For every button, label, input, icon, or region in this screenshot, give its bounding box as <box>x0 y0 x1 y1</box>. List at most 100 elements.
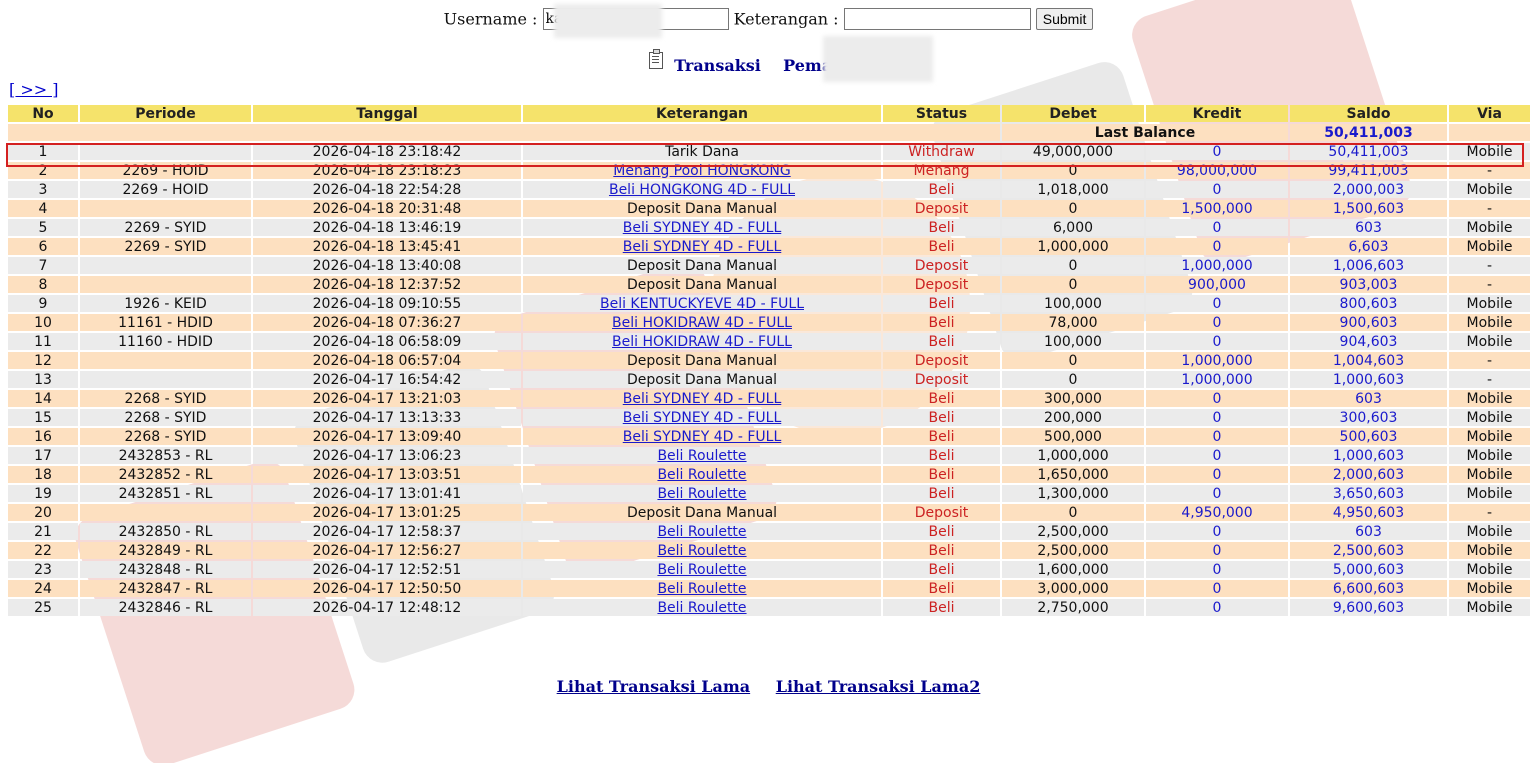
keterangan-link[interactable]: Beli Roulette <box>657 581 746 597</box>
keterangan-link[interactable]: Menang Pool HONGKONG <box>613 163 790 179</box>
footer-links: Lihat Transaksi Lama Lihat Transaksi Lam… <box>0 677 1537 696</box>
keterangan-link[interactable]: Beli SYDNEY 4D - FULL <box>623 391 782 407</box>
table-row: 14 2268 - SYID 2026-04-17 13:21:03 Beli SYD… <box>8 390 1530 407</box>
cell-keterangan: Beli Roulette <box>523 466 881 483</box>
cell-kredit: 900,000 <box>1146 276 1288 293</box>
keterangan-link[interactable]: Beli SYDNEY 4D - FULL <box>623 220 782 236</box>
cell-periode <box>80 504 251 521</box>
table-row: 6 2269 - SYID 2026-04-18 13:45:41 Beli SYDN… <box>8 238 1530 255</box>
cell-via: Mobile <box>1449 466 1530 483</box>
keterangan-link[interactable]: Beli Roulette <box>657 448 746 464</box>
cell-status: Deposit <box>883 276 1000 293</box>
cell-periode: 2432852 - RL <box>80 466 251 483</box>
cell-keterangan: Menang Pool HONGKONG <box>523 162 881 179</box>
cell-status: Deposit <box>883 352 1000 369</box>
cell-kredit: 4,950,000 <box>1146 504 1288 521</box>
cell-saldo: 2,500,603 <box>1290 542 1447 559</box>
submit-button[interactable]: Submit <box>1035 8 1094 30</box>
table-row: 4 2026-04-18 20:31:48 Deposit Dana Manual D… <box>8 200 1530 217</box>
cell-periode <box>80 143 251 160</box>
cell-periode: 2269 - SYID <box>80 219 251 236</box>
keterangan-link[interactable]: Beli Roulette <box>657 486 746 502</box>
cell-kredit: 0 <box>1146 238 1288 255</box>
cell-tanggal: 2026-04-17 13:01:25 <box>253 504 521 521</box>
cell-debet: 2,500,000 <box>1002 542 1144 559</box>
cell-keterangan: Beli SYDNEY 4D - FULL <box>523 428 881 445</box>
table-row: 13 2026-04-17 16:54:42 Deposit Dana Manual… <box>8 371 1530 388</box>
cell-kredit: 98,000,000 <box>1146 162 1288 179</box>
cell-periode: 2432853 - RL <box>80 447 251 464</box>
cell-status: Beli <box>883 447 1000 464</box>
lihat-transaksi-lama2-link[interactable]: Lihat Transaksi Lama2 <box>776 677 981 696</box>
keterangan-label: Keterangan : <box>733 9 839 29</box>
table-row: 23 2432848 - RL 2026-04-17 12:52:51 Beli Ro… <box>8 561 1530 578</box>
cell-no: 17 <box>8 447 78 464</box>
cell-periode <box>80 200 251 217</box>
keterangan-link[interactable]: Beli Roulette <box>657 467 746 483</box>
table-row: 2 2269 - HOID 2026-04-18 23:18:23 Menang Po… <box>8 162 1530 179</box>
table-row: 21 2432850 - RL 2026-04-17 12:58:37 Beli Ro… <box>8 523 1530 540</box>
lihat-transaksi-lama-link[interactable]: Lihat Transaksi Lama <box>557 677 751 696</box>
table-row: 10 11161 - HDID 2026-04-18 07:36:27 Beli HO… <box>8 314 1530 331</box>
cell-keterangan: Beli HOKIDRAW 4D - FULL <box>523 333 881 350</box>
cell-debet: 0 <box>1002 200 1144 217</box>
cell-tanggal: 2026-04-18 06:57:04 <box>253 352 521 369</box>
keterangan-link[interactable]: Beli Roulette <box>657 543 746 559</box>
cell-debet: 78,000 <box>1002 314 1144 331</box>
cell-status: Beli <box>883 599 1000 616</box>
cell-via: - <box>1449 352 1530 369</box>
cell-tanggal: 2026-04-18 12:37:52 <box>253 276 521 293</box>
table-row: 7 2026-04-18 13:40:08 Deposit Dana Manual D… <box>8 257 1530 274</box>
cell-via: - <box>1449 200 1530 217</box>
cell-periode: 2268 - SYID <box>80 428 251 445</box>
next-page-link[interactable]: [ >> ] <box>9 80 58 99</box>
cell-kredit: 0 <box>1146 409 1288 426</box>
keterangan-link[interactable]: Beli SYDNEY 4D - FULL <box>623 429 782 445</box>
cell-keterangan: Beli SYDNEY 4D - FULL <box>523 409 881 426</box>
keterangan-link[interactable]: Beli Roulette <box>657 600 746 616</box>
cell-periode <box>80 371 251 388</box>
cell-via: Mobile <box>1449 485 1530 502</box>
cell-status: Beli <box>883 333 1000 350</box>
cell-periode <box>80 352 251 369</box>
keterangan-link[interactable]: Beli Roulette <box>657 524 746 540</box>
cell-kredit: 0 <box>1146 580 1288 597</box>
keterangan-input[interactable] <box>843 8 1031 30</box>
cell-status: Beli <box>883 428 1000 445</box>
keterangan-link[interactable]: Beli HONGKONG 4D - FULL <box>609 182 795 198</box>
cell-no: 4 <box>8 200 78 217</box>
page-title: Transaksi Pemain : ka <box>0 49 1537 75</box>
cell-keterangan: Beli HOKIDRAW 4D - FULL <box>523 314 881 331</box>
keterangan-link[interactable]: Beli SYDNEY 4D - FULL <box>623 410 782 426</box>
cell-periode: 2268 - SYID <box>80 409 251 426</box>
cell-via: - <box>1449 276 1530 293</box>
cell-via: Mobile <box>1449 542 1530 559</box>
keterangan-link[interactable]: Beli KENTUCKYEVE 4D - FULL <box>600 296 804 312</box>
cell-saldo: 1,006,603 <box>1290 257 1447 274</box>
cell-no: 7 <box>8 257 78 274</box>
cell-status: Beli <box>883 485 1000 502</box>
cell-status: Beli <box>883 466 1000 483</box>
redacted-username <box>554 4 662 38</box>
cell-kredit: 1,000,000 <box>1146 371 1288 388</box>
cell-via: Mobile <box>1449 219 1530 236</box>
cell-saldo: 1,000,603 <box>1290 371 1447 388</box>
cell-via: Mobile <box>1449 314 1530 331</box>
keterangan-link[interactable]: Beli SYDNEY 4D - FULL <box>623 239 782 255</box>
cell-saldo: 4,950,603 <box>1290 504 1447 521</box>
cell-keterangan: Beli Roulette <box>523 580 881 597</box>
cell-keterangan: Beli KENTUCKYEVE 4D - FULL <box>523 295 881 312</box>
keterangan-link[interactable]: Beli HOKIDRAW 4D - FULL <box>612 334 792 350</box>
keterangan-link[interactable]: Beli HOKIDRAW 4D - FULL <box>612 315 792 331</box>
cell-debet: 300,000 <box>1002 390 1144 407</box>
cell-no: 20 <box>8 504 78 521</box>
cell-debet: 49,000,000 <box>1002 143 1144 160</box>
cell-tanggal: 2026-04-18 20:31:48 <box>253 200 521 217</box>
cell-kredit: 0 <box>1146 485 1288 502</box>
cell-saldo: 900,603 <box>1290 314 1447 331</box>
cell-no: 18 <box>8 466 78 483</box>
table-row: 3 2269 - HOID 2026-04-18 22:54:28 Beli HONG… <box>8 181 1530 198</box>
keterangan-link[interactable]: Beli Roulette <box>657 562 746 578</box>
header-status: Status <box>883 105 1000 122</box>
cell-keterangan: Tarik Dana <box>523 143 881 160</box>
